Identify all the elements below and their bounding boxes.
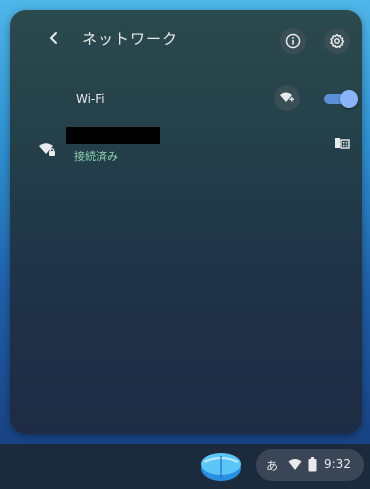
wifi-locked-icon — [39, 143, 55, 156]
network-status: 接続済み — [74, 150, 118, 163]
battery-icon — [308, 457, 317, 472]
panel-header: ネットワーク — [10, 10, 362, 68]
clock: 9:32 — [324, 457, 351, 471]
network-list-item[interactable]: 接続済み — [10, 126, 362, 172]
wifi-toggle[interactable] — [322, 90, 358, 108]
wifi-toggle-knob — [340, 90, 358, 108]
launcher-button[interactable] — [198, 450, 244, 482]
back-button[interactable] — [44, 30, 64, 50]
launcher-icon — [201, 453, 241, 481]
network-detail-icon[interactable] — [334, 136, 350, 150]
wifi-row: Wi-Fi — [10, 84, 362, 114]
network-name-redacted — [66, 127, 160, 144]
info-button[interactable] — [280, 28, 306, 54]
chevron-left-icon — [50, 32, 57, 44]
gear-icon — [330, 33, 345, 49]
system-tray[interactable]: あ 9:32 — [256, 449, 364, 481]
wifi-icon — [288, 459, 302, 470]
network-panel: ネットワーク Wi-Fi 接続済み — [10, 10, 362, 434]
settings-button[interactable] — [324, 28, 350, 54]
wifi-label: Wi-Fi — [76, 92, 105, 106]
page-title: ネットワーク — [82, 30, 179, 48]
ime-indicator: あ — [266, 459, 279, 473]
add-network-button[interactable] — [274, 85, 300, 111]
info-icon — [285, 33, 301, 49]
wifi-add-icon — [280, 92, 294, 102]
